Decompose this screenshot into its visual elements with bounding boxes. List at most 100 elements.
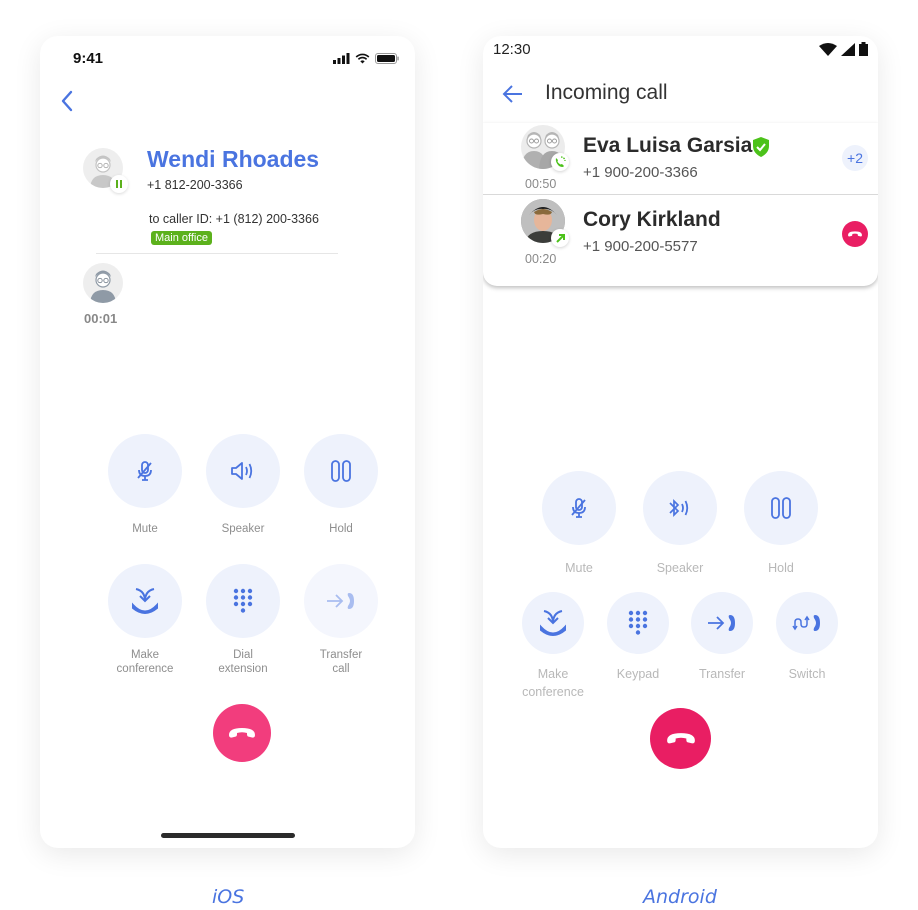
mute-circle[interactable] [108, 434, 182, 508]
hold-label: Hold [768, 561, 794, 575]
cellular-signal-icon [841, 42, 855, 56]
call-row[interactable]: 00:50 Eva Luisa Garsia +1 900-200-3366 +… [483, 123, 878, 195]
make-conference-button[interactable]: Make conference [522, 592, 584, 701]
switch-call-icon [792, 615, 820, 631]
mic-off-icon [571, 498, 586, 518]
transfer-icon [708, 615, 735, 631]
transfer-icon [327, 593, 354, 609]
wifi-icon [819, 42, 837, 56]
calls-card: 00:50 Eva Luisa Garsia +1 900-200-3366 +… [483, 123, 878, 286]
hold-circle[interactable] [304, 434, 378, 508]
switch-button[interactable]: Switch [776, 592, 838, 683]
on-hold-badge [110, 175, 128, 193]
end-call-button[interactable] [213, 704, 271, 762]
make-conference-label: Make conference [116, 649, 174, 675]
mute-button[interactable]: Mute [108, 434, 182, 536]
outgoing-call-badge [551, 229, 569, 247]
end-call-button[interactable] [650, 708, 711, 769]
status-icons [333, 53, 399, 64]
speaker-circle[interactable] [206, 434, 280, 508]
ios-phone-screen: 9:41 Wendi Rhoades +1 812-200-3366 to ca… [40, 36, 415, 848]
home-indicator[interactable] [161, 833, 295, 838]
arrow-up-right-icon [555, 233, 565, 243]
status-icons [819, 42, 868, 56]
bluetooth-audio-icon [669, 498, 689, 518]
page-title: Incoming call [545, 81, 668, 104]
call-row[interactable]: 00:20 Cory Kirkland +1 900-200-5577 [483, 195, 878, 285]
call-timer: 00:20 [525, 252, 557, 266]
hang-up-icon [666, 733, 695, 744]
battery-icon [859, 42, 868, 56]
chevron-left-icon [61, 90, 73, 112]
transfer-label: Transfer [698, 667, 746, 681]
wifi-icon [355, 53, 370, 64]
mute-label: Mute [565, 561, 593, 575]
caller-phone: +1 900-200-3366 [583, 164, 698, 181]
caller-name: Eva Luisa Garsia [583, 134, 753, 157]
dial-extension-circle[interactable] [206, 564, 280, 638]
dialpad-icon [628, 610, 648, 635]
keypad-label: Keypad [616, 667, 660, 681]
person-placeholder-icon [90, 270, 116, 303]
keypad-circle[interactable] [607, 592, 669, 654]
hold-label: Hold [329, 523, 353, 535]
hold-button[interactable]: Hold [744, 471, 818, 577]
mic-off-icon [137, 461, 152, 481]
keypad-button[interactable]: Keypad [607, 592, 669, 683]
make-conference-circle[interactable] [108, 564, 182, 638]
dial-extension-button[interactable]: Dial extension [206, 564, 280, 676]
switch-label: Switch [788, 667, 826, 681]
verified-shield-icon [753, 137, 769, 157]
ringing-badge [551, 153, 569, 171]
dialpad-icon [233, 588, 253, 613]
merge-icon [540, 610, 566, 636]
call-timer: 00:50 [525, 177, 557, 191]
transfer-call-label: Transfer call [319, 649, 363, 675]
back-button[interactable] [501, 82, 525, 111]
android-phone-screen: 12:30 Incoming call 00:50 Eva Luisa Gars… [483, 36, 878, 848]
ios-caption: iOS [212, 886, 245, 908]
status-time: 12:30 [493, 41, 531, 58]
make-conference-label: Make conference [522, 667, 584, 699]
transfer-button[interactable]: Transfer [691, 592, 753, 683]
participants-count-button[interactable]: +2 [842, 145, 868, 171]
cellular-signal-icon [333, 53, 350, 64]
status-time: 9:41 [73, 50, 104, 67]
caller-id-text: to caller ID: +1 (812) 200-3366 [149, 212, 319, 226]
contact-phone: +1 812-200-3366 [147, 178, 243, 192]
mute-button[interactable]: Mute [542, 471, 616, 577]
make-conference-button[interactable]: Make conference [108, 564, 182, 676]
hold-button[interactable]: Hold [304, 434, 378, 536]
dial-extension-label: Dial extension [218, 649, 268, 675]
hang-up-icon [848, 231, 862, 237]
speaker-label: Speaker [656, 561, 704, 575]
make-conference-circle[interactable] [522, 592, 584, 654]
speaker-circle[interactable] [643, 471, 717, 545]
transfer-call-circle[interactable] [304, 564, 378, 638]
second-caller-avatar [83, 263, 123, 303]
merge-icon [132, 588, 158, 614]
switch-circle[interactable] [776, 592, 838, 654]
speaker-button[interactable]: Speaker [206, 434, 280, 536]
contact-name: Wendi Rhoades [147, 146, 320, 172]
hold-circle[interactable] [744, 471, 818, 545]
hang-up-icon [229, 728, 255, 738]
call-timer: 00:01 [84, 311, 118, 326]
pause-icon [116, 180, 122, 188]
pause-icon [331, 460, 351, 482]
arrow-left-icon [502, 85, 522, 103]
phone-ringing-icon [555, 156, 566, 167]
back-button[interactable] [60, 90, 74, 117]
end-call-button[interactable] [842, 221, 868, 247]
speaker-icon [231, 462, 253, 480]
caller-name: Cory Kirkland [583, 208, 721, 231]
line-tag: Main office [151, 231, 212, 245]
speaker-label: Speaker [221, 523, 265, 535]
mute-circle[interactable] [542, 471, 616, 545]
transfer-circle[interactable] [691, 592, 753, 654]
mute-label: Mute [132, 523, 158, 535]
transfer-call-button[interactable]: Transfer call [304, 564, 378, 676]
speaker-button[interactable]: Speaker [643, 471, 717, 577]
android-caption: Android [643, 886, 717, 908]
pause-icon [771, 497, 791, 519]
